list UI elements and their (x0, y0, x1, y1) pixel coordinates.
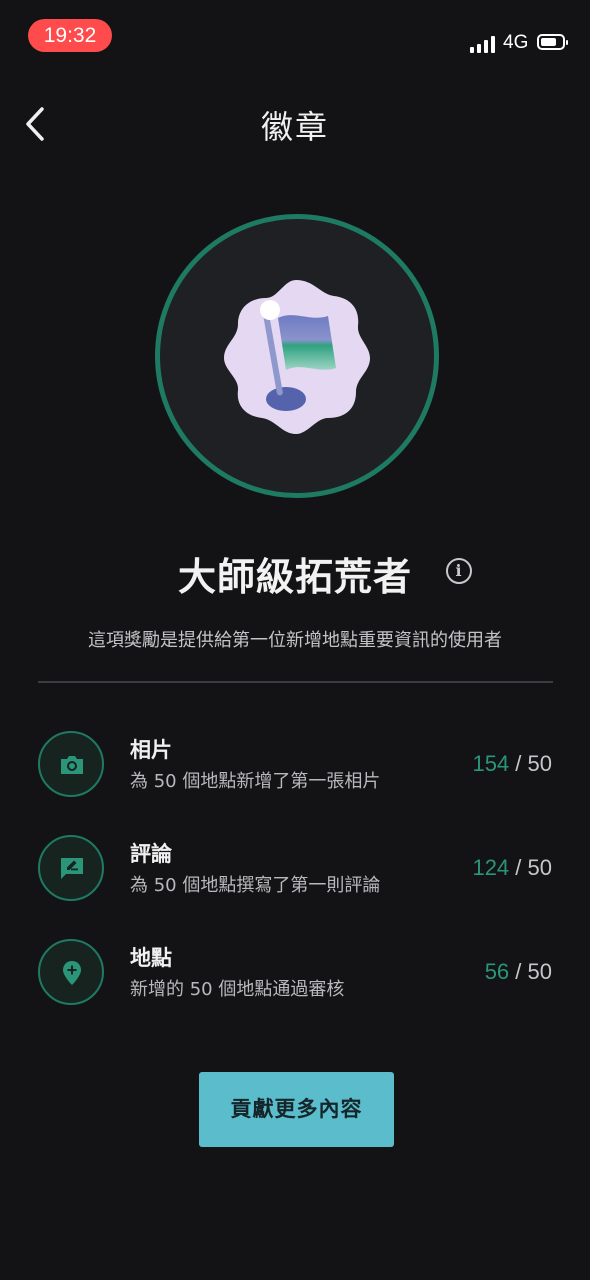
requirement-title: 評論 (130, 842, 172, 866)
requirement-progress: 56 / 50 (485, 959, 552, 985)
progress-current: 56 (484, 959, 510, 984)
requirement-subtitle: 為 50 個地點新增了第一張相片 (130, 771, 381, 792)
flag-badge-icon (224, 280, 370, 434)
camera-icon (61, 756, 83, 774)
requirement-row-places: 地點 新增的 50 個地點通過審核 56 / 50 (0, 939, 590, 1009)
progress-target: 50 (527, 959, 552, 984)
badge-detail-screen: 19:32 4G 徽章 大師級拓荒者 i 這項獎勵是提供給第一位新增地點重要資訊… (0, 0, 590, 1280)
status-bar: 19:32 4G (0, 0, 590, 80)
requirement-icon (38, 835, 104, 901)
requirement-title: 地點 (130, 946, 172, 970)
requirement-progress: 124 / 50 (472, 855, 552, 881)
progress-separator: / (509, 959, 528, 984)
requirement-row-reviews: 評論 為 50 個地點撰寫了第一則評論 124 / 50 (0, 835, 590, 905)
battery-icon (537, 34, 568, 50)
review-edit-icon (61, 858, 83, 879)
status-time: 19:32 (28, 19, 112, 52)
requirement-subtitle: 新增的 50 個地點通過審核 (130, 979, 345, 1000)
page-title: 徽章 (260, 108, 329, 146)
progress-separator: / (509, 855, 528, 880)
requirement-icon (38, 731, 104, 797)
contribute-more-button[interactable]: 貢獻更多內容 (199, 1072, 394, 1147)
progress-target: 50 (527, 751, 552, 776)
badge-title-row: 大師級拓荒者 i (0, 546, 590, 601)
requirement-subtitle: 為 50 個地點撰寫了第一則評論 (130, 875, 381, 896)
progress-current: 154 (472, 751, 510, 776)
info-icon[interactable]: i (446, 558, 472, 584)
divider (38, 681, 553, 683)
requirement-progress: 154 / 50 (472, 751, 552, 777)
progress-target: 50 (527, 855, 552, 880)
network-type: 4G (503, 32, 529, 53)
requirement-icon (38, 939, 104, 1005)
requirement-row-photos: 相片 為 50 個地點新增了第一張相片 154 / 50 (0, 731, 590, 801)
progress-current: 124 (472, 855, 510, 880)
add-location-icon (63, 961, 81, 985)
progress-separator: / (509, 751, 528, 776)
badge-description: 這項獎勵是提供給第一位新增地點重要資訊的使用者 (88, 630, 502, 651)
requirement-title: 相片 (130, 738, 172, 762)
cellular-signal-icon (470, 35, 496, 53)
badge-name: 大師級拓荒者 (177, 555, 412, 599)
